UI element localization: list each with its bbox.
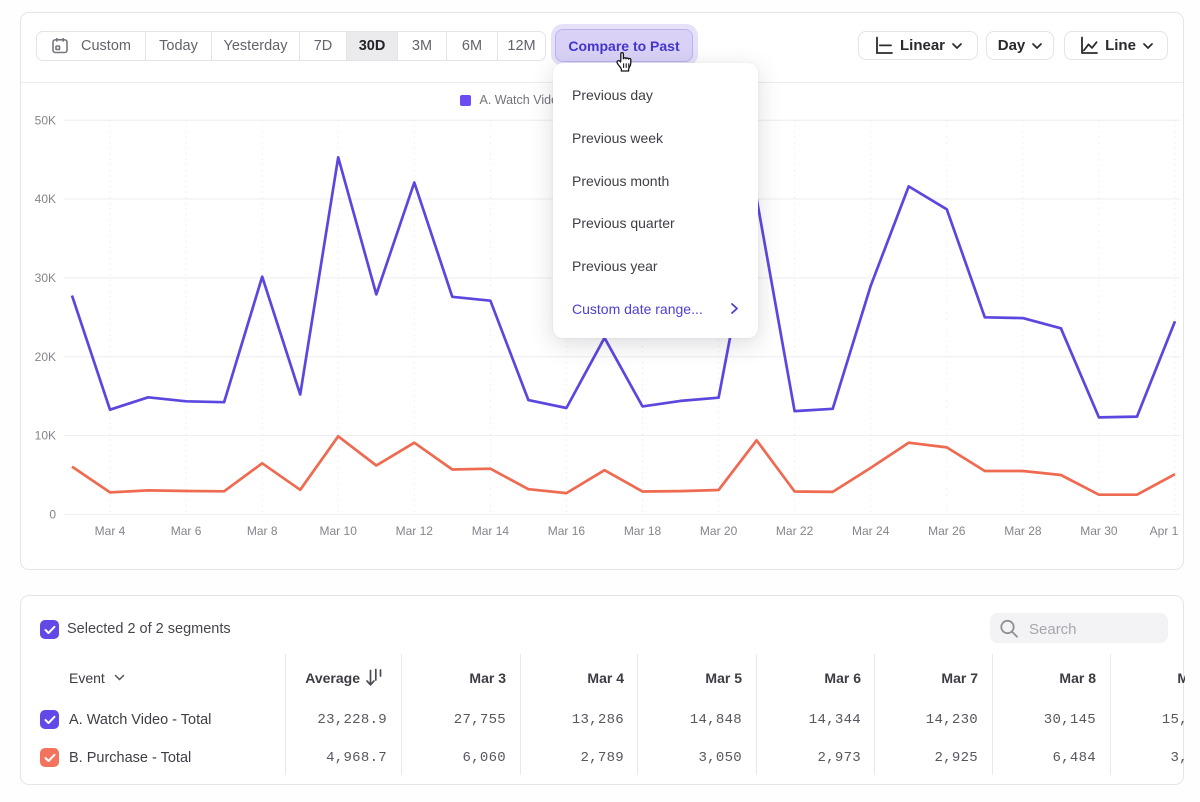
svg-text:Mar 20: Mar 20 (700, 524, 738, 538)
svg-text:20K: 20K (35, 350, 56, 364)
svg-text:Mar 26: Mar 26 (928, 524, 966, 538)
svg-text:Mar 24: Mar 24 (852, 524, 890, 538)
svg-text:Mar 4: Mar 4 (95, 524, 126, 538)
svg-text:Mar 10: Mar 10 (320, 524, 358, 538)
svg-text:Mar 18: Mar 18 (624, 524, 662, 538)
svg-text:Mar 6: Mar 6 (171, 524, 202, 538)
svg-text:Apr 1: Apr 1 (1150, 524, 1179, 538)
svg-text:40K: 40K (35, 192, 56, 206)
svg-text:Mar 14: Mar 14 (472, 524, 510, 538)
svg-text:50K: 50K (35, 113, 56, 127)
svg-text:Mar 16: Mar 16 (548, 524, 586, 538)
svg-text:Mar 12: Mar 12 (396, 524, 434, 538)
svg-text:Mar 28: Mar 28 (1004, 524, 1042, 538)
svg-text:Mar 22: Mar 22 (776, 524, 814, 538)
svg-text:Mar 30: Mar 30 (1080, 524, 1118, 538)
svg-text:30K: 30K (35, 271, 56, 285)
svg-text:Mar 8: Mar 8 (247, 524, 278, 538)
svg-text:10K: 10K (35, 429, 56, 443)
svg-text:0: 0 (49, 508, 56, 522)
